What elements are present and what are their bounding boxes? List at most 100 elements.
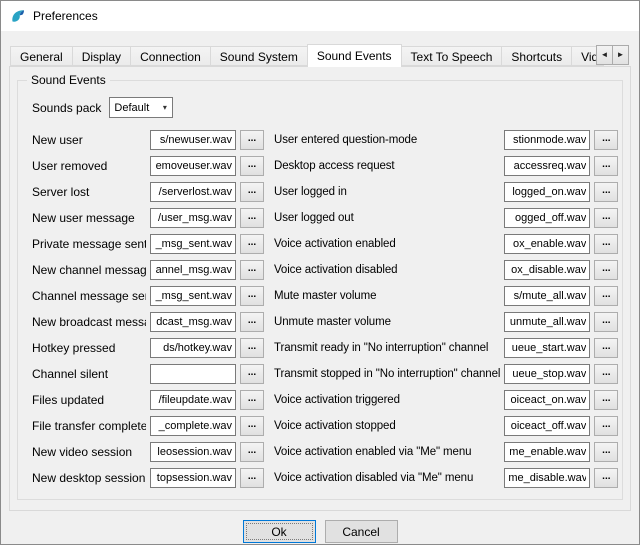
browse-button[interactable]: ... xyxy=(240,208,264,228)
preferences-dialog: Preferences General Display Connection S… xyxy=(0,0,640,545)
sound-event-row: User logged in ... xyxy=(274,179,618,205)
browse-button[interactable]: ... xyxy=(240,286,264,306)
browse-button[interactable]: ... xyxy=(240,156,264,176)
sound-file-input[interactable] xyxy=(504,338,590,358)
sound-file-input[interactable] xyxy=(504,312,590,332)
tab-general[interactable]: General xyxy=(10,46,73,66)
sound-event-row: User entered question-mode ... xyxy=(274,127,618,153)
sound-file-input[interactable] xyxy=(150,156,236,176)
tab-scroll-left-button[interactable]: ◄ xyxy=(596,45,613,65)
sound-event-label: File transfer complete xyxy=(32,419,146,433)
sound-event-label: Voice activation enabled xyxy=(274,238,500,250)
sound-event-label: Desktop access request xyxy=(274,160,500,172)
sound-event-row: New broadcast message ... xyxy=(32,309,264,335)
browse-button[interactable]: ... xyxy=(240,234,264,254)
sound-file-input[interactable] xyxy=(150,286,236,306)
sound-file-input[interactable] xyxy=(504,286,590,306)
tab-sound-events[interactable]: Sound Events xyxy=(307,44,402,67)
browse-button[interactable]: ... xyxy=(240,390,264,410)
browse-button[interactable]: ... xyxy=(240,416,264,436)
browse-button[interactable]: ... xyxy=(240,442,264,462)
sound-file-input[interactable] xyxy=(150,416,236,436)
browse-button[interactable]: ... xyxy=(594,312,618,332)
sound-event-label: New channel message xyxy=(32,263,146,277)
sound-file-input[interactable] xyxy=(504,390,590,410)
sound-event-row: New desktop session ... xyxy=(32,465,264,491)
sound-event-row: Files updated ... xyxy=(32,387,264,413)
sound-file-input[interactable] xyxy=(150,390,236,410)
tab-shortcuts[interactable]: Shortcuts xyxy=(501,46,572,66)
browse-button[interactable]: ... xyxy=(240,130,264,150)
sound-event-row: New video session ... xyxy=(32,439,264,465)
sound-file-input[interactable] xyxy=(150,364,236,384)
sound-event-row: Hotkey pressed ... xyxy=(32,335,264,361)
browse-button[interactable]: ... xyxy=(240,364,264,384)
sound-file-input[interactable] xyxy=(150,182,236,202)
browse-button[interactable]: ... xyxy=(594,442,618,462)
browse-button[interactable]: ... xyxy=(594,338,618,358)
sound-event-row: Voice activation enabled ... xyxy=(274,231,618,257)
sound-file-input[interactable] xyxy=(150,312,236,332)
sound-file-input[interactable] xyxy=(150,130,236,150)
sound-file-input[interactable] xyxy=(504,442,590,462)
sound-file-input[interactable] xyxy=(504,208,590,228)
browse-button[interactable]: ... xyxy=(594,390,618,410)
sound-file-input[interactable] xyxy=(504,468,590,488)
browse-button[interactable]: ... xyxy=(240,260,264,280)
sound-file-input[interactable] xyxy=(150,338,236,358)
sound-file-input[interactable] xyxy=(150,442,236,462)
tab-scroll-right-button[interactable]: ► xyxy=(612,45,629,65)
browse-button[interactable]: ... xyxy=(240,468,264,488)
tab-connection[interactable]: Connection xyxy=(130,46,211,66)
tab-sound-system[interactable]: Sound System xyxy=(210,46,308,66)
sound-file-input[interactable] xyxy=(504,130,590,150)
sound-event-label: New user xyxy=(32,133,146,147)
browse-button[interactable]: ... xyxy=(594,182,618,202)
sound-event-label: User logged in xyxy=(274,186,500,198)
sound-file-input[interactable] xyxy=(150,468,236,488)
sound-event-row: Mute master volume ... xyxy=(274,283,618,309)
sound-event-row: Desktop access request ... xyxy=(274,153,618,179)
sound-event-row: User logged out ... xyxy=(274,205,618,231)
sound-event-label: User logged out xyxy=(274,212,500,224)
sounds-pack-dropdown[interactable]: Default ▾ xyxy=(109,97,173,118)
sound-event-row: New user ... xyxy=(32,127,264,153)
sound-event-label: Transmit stopped in "No interruption" ch… xyxy=(274,368,500,380)
sound-event-label: New broadcast message xyxy=(32,315,146,329)
sound-event-label: Voice activation stopped xyxy=(274,420,500,432)
tab-text-to-speech[interactable]: Text To Speech xyxy=(401,46,503,66)
sound-event-row: Voice activation triggered ... xyxy=(274,387,618,413)
browse-button[interactable]: ... xyxy=(240,312,264,332)
browse-button[interactable]: ... xyxy=(240,182,264,202)
sound-event-row: Voice activation disabled ... xyxy=(274,257,618,283)
browse-button[interactable]: ... xyxy=(240,338,264,358)
browse-button[interactable]: ... xyxy=(594,234,618,254)
browse-button[interactable]: ... xyxy=(594,260,618,280)
sound-event-row: Channel message sent ... xyxy=(32,283,264,309)
window-title: Preferences xyxy=(33,9,98,23)
browse-button[interactable]: ... xyxy=(594,156,618,176)
sound-file-input[interactable] xyxy=(504,182,590,202)
sound-file-input[interactable] xyxy=(150,208,236,228)
sound-file-input[interactable] xyxy=(150,234,236,254)
sounds-pack-row: Sounds pack Default ▾ xyxy=(32,97,614,118)
browse-button[interactable]: ... xyxy=(594,286,618,306)
sound-event-label: Transmit ready in "No interruption" chan… xyxy=(274,342,500,354)
browse-button[interactable]: ... xyxy=(594,130,618,150)
sound-file-input[interactable] xyxy=(150,260,236,280)
sound-file-input[interactable] xyxy=(504,364,590,384)
sound-file-input[interactable] xyxy=(504,234,590,254)
sound-event-label: Mute master volume xyxy=(274,290,500,302)
sound-file-input[interactable] xyxy=(504,156,590,176)
browse-button[interactable]: ... xyxy=(594,364,618,384)
sound-event-row: Server lost ... xyxy=(32,179,264,205)
browse-button[interactable]: ... xyxy=(594,416,618,436)
browse-button[interactable]: ... xyxy=(594,208,618,228)
sound-events-groupbox: Sound Events Sounds pack Default ▾ New u… xyxy=(17,80,623,500)
cancel-button[interactable]: Cancel xyxy=(325,520,398,543)
sound-file-input[interactable] xyxy=(504,416,590,436)
tab-display[interactable]: Display xyxy=(72,46,131,66)
sound-file-input[interactable] xyxy=(504,260,590,280)
browse-button[interactable]: ... xyxy=(594,468,618,488)
ok-button[interactable]: Ok xyxy=(243,520,316,543)
